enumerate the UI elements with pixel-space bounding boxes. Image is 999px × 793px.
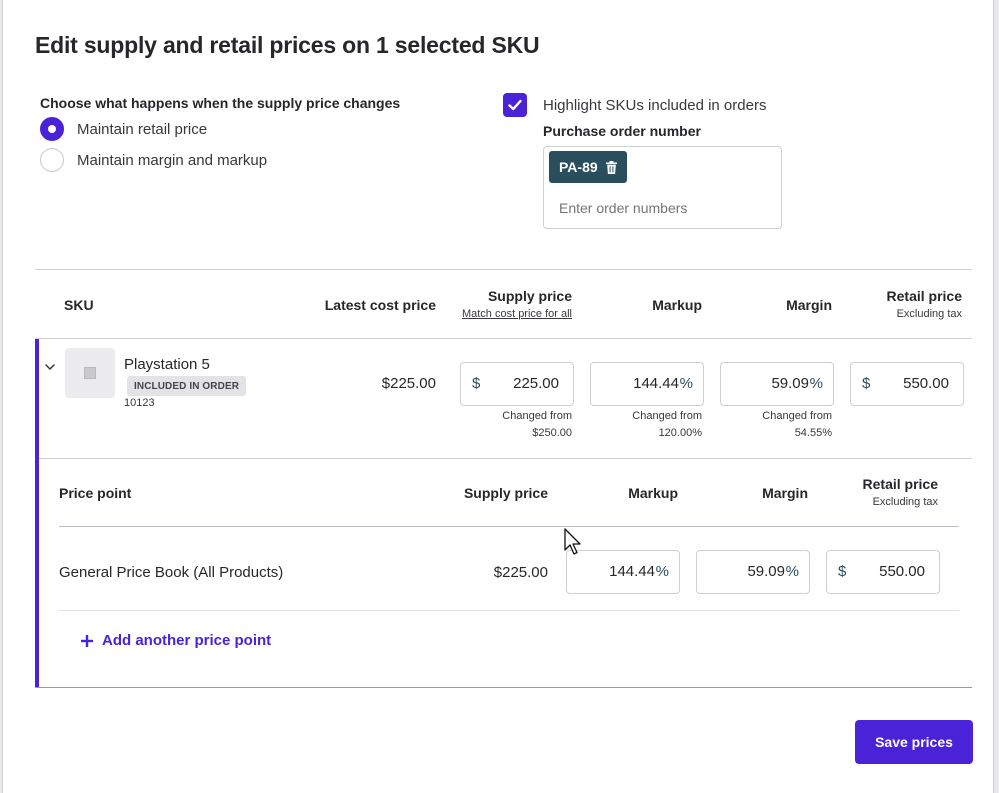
header-retail-subtitle: Excluding tax (896, 308, 962, 320)
price-point-name: General Price Book (All Products) (59, 564, 284, 581)
header-supply-price: Supply price (487, 288, 572, 304)
supply-changed-note: Changed from $250.00 (502, 410, 572, 439)
chevron-down-icon[interactable] (43, 360, 57, 374)
edit-prices-modal: Edit supply and retail prices on 1 selec… (2, 0, 994, 793)
header-retail-price: Retail price (886, 288, 962, 304)
pp-header-retail: Retail price (862, 476, 938, 492)
order-tag-label: PA-89 (559, 159, 598, 175)
pp-header-supply: Supply price (463, 485, 548, 501)
supply-change-options-title: Choose what happens when the supply pric… (40, 95, 401, 111)
add-price-point-label: Add another price point (102, 632, 272, 649)
latest-cost-value: $225.00 (381, 375, 436, 392)
product-name: Playstation 5 (124, 356, 210, 373)
divider (39, 458, 972, 459)
header-markup: Markup (652, 297, 702, 313)
divider (59, 526, 959, 527)
plus-icon (81, 634, 93, 647)
pp-header-name: Price point (59, 485, 132, 501)
purchase-order-label: Purchase order number (543, 123, 701, 139)
trash-icon[interactable] (605, 160, 617, 174)
order-tag: PA-89 (549, 151, 627, 183)
header-margin: Margin (786, 297, 832, 313)
divider (35, 338, 972, 339)
pp-header-markup: Markup (628, 485, 678, 501)
radio-unselected-icon[interactable] (40, 148, 64, 172)
divider (35, 269, 972, 270)
match-cost-price-link[interactable]: Match cost price for all (462, 308, 572, 320)
add-price-point-button[interactable]: Add another price point (81, 632, 271, 649)
markup-input[interactable]: 144.44 % (590, 362, 704, 406)
header-sku: SKU (64, 297, 94, 313)
markup-changed-note: Changed from 120.00% (632, 410, 702, 439)
image-icon (84, 367, 96, 379)
modal-title: Edit supply and retail prices on 1 selec… (35, 32, 540, 58)
checkbox-checked-icon[interactable] (503, 93, 527, 117)
product-image-placeholder (65, 348, 115, 398)
purchase-order-field[interactable]: PA-89 (543, 146, 782, 229)
highlight-skus-label: Highlight SKUs included in orders (543, 96, 767, 114)
sku-code: 10123 (124, 397, 155, 409)
pp-header-retail-subtitle: Excluding tax (872, 496, 938, 508)
divider (59, 610, 959, 611)
pp-header-margin: Margin (762, 485, 808, 501)
radio-label: Maintain retail price (77, 120, 208, 138)
pp-margin-input[interactable]: 59.09 % (696, 550, 810, 594)
margin-input[interactable]: 59.09 % (720, 362, 834, 406)
pp-retail-input[interactable]: $ 550.00 (826, 550, 940, 594)
price-point-supply: $225.00 (493, 564, 548, 581)
order-number-input[interactable] (559, 200, 759, 216)
status-badge: INCLUDED IN ORDER (127, 376, 247, 396)
retail-price-input[interactable]: $ 550.00 (850, 362, 964, 406)
radio-label: Maintain margin and markup (77, 151, 268, 169)
selected-row-indicator (35, 339, 39, 688)
highlight-skus-checkbox-row[interactable]: Highlight SKUs included in orders (503, 93, 766, 117)
header-latest-cost: Latest cost price (324, 297, 436, 313)
mouse-cursor-icon (564, 528, 581, 555)
save-prices-button[interactable]: Save prices (855, 720, 973, 764)
radio-selected-icon[interactable] (40, 117, 64, 141)
supply-price-input[interactable]: $ 225.00 (460, 362, 574, 406)
margin-changed-note: Changed from 54.55% (762, 410, 832, 439)
radio-maintain-retail[interactable]: Maintain retail price (40, 117, 207, 141)
divider (35, 687, 972, 688)
radio-maintain-margin[interactable]: Maintain margin and markup (40, 148, 267, 172)
